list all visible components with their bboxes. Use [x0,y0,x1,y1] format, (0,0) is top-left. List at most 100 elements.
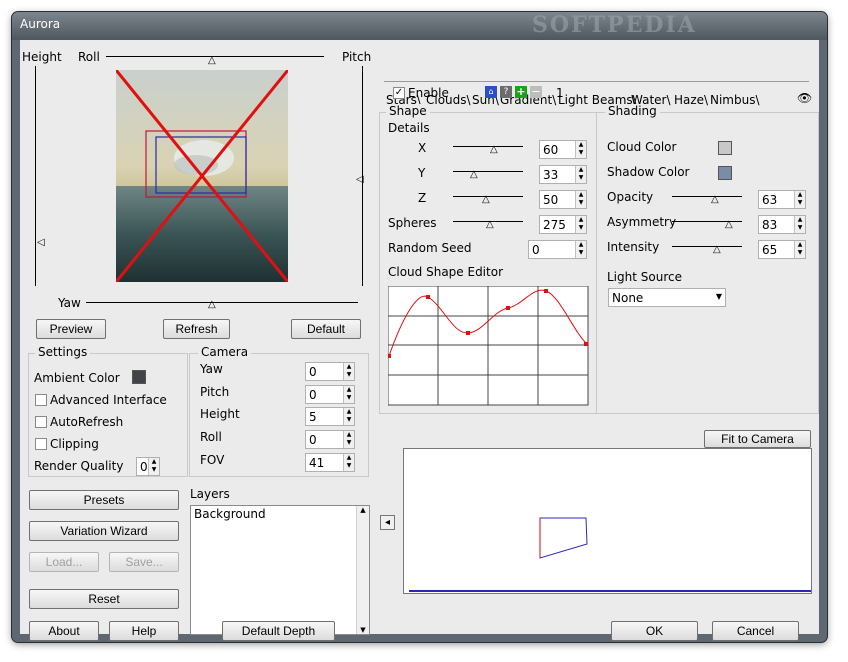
yaw-slider-track[interactable] [86,302,358,303]
shape-group: Shape Details X △ 60 ▲ ▼ Y △ 33 ▲ ▼ Z △ 50 ▲ ▼… [379,104,597,414]
spinner-arrows-icon[interactable]: ▲ ▼ [343,431,354,448]
default-depth-button[interactable]: Default Depth [222,621,335,641]
random-seed-spinner[interactable]: 0 ▲ ▼ [528,240,587,259]
cloud-preview-image[interactable] [116,70,288,282]
cloud-shape-editor[interactable] [388,286,589,406]
render-quality-spinner[interactable]: 0 ▲ ▼ [136,457,160,476]
camera-fov-spinner[interactable]: 41 ▲ ▼ [305,453,355,472]
opacity-slider-thumb[interactable]: △ [711,195,719,205]
shadow-color-swatch[interactable] [718,166,732,180]
intensity-spinner[interactable]: 65 ▲ ▼ [758,240,806,259]
about-button[interactable]: About [29,621,99,641]
cloud-color-swatch[interactable] [718,141,732,155]
layer-tab-1[interactable]: 1 [556,86,564,100]
add-icon[interactable]: + [515,86,527,98]
intensity-slider[interactable] [672,246,742,247]
layers-list[interactable]: Background ▲ ▼ [190,505,370,635]
x-slider-thumb[interactable]: △ [490,145,498,155]
spinner-arrows-icon[interactable]: ▲ ▼ [575,166,586,183]
spinner-arrows-icon[interactable]: ▲ ▼ [343,408,354,425]
pitch-slider-thumb[interactable]: ◁ [356,175,364,185]
opacity-value: 63 [762,193,778,207]
home-icon[interactable]: ⌂ [485,86,497,98]
spinner-arrows-icon[interactable]: ▲ ▼ [148,458,159,475]
shape-field-label: Y [418,166,426,180]
x-spinner[interactable]: 60 ▲ ▼ [539,140,587,159]
title-bar[interactable]: Aurora SOFTPEDIA [12,12,827,40]
random-seed-label: Random Seed [388,241,472,255]
spinner-arrows-icon[interactable]: ▲ ▼ [575,191,586,208]
autorefresh-checkbox[interactable] [35,416,47,428]
chevron-down-icon[interactable]: ▼ [716,292,722,301]
intensity-slider-thumb[interactable]: △ [713,245,721,255]
help-icon[interactable]: ? [500,86,512,98]
z-slider-thumb[interactable]: △ [482,195,490,205]
camera-height-value: 5 [309,410,317,424]
default-button[interactable]: Default [291,319,361,339]
asymmetry-slider-thumb[interactable]: △ [725,220,733,230]
intensity-value: 65 [762,243,778,257]
z-spinner[interactable]: 50 ▲ ▼ [539,190,587,209]
shading-field-label: Asymmetry [607,215,677,229]
camera-yaw-spinner[interactable]: 0 ▲ ▼ [305,362,355,381]
preview-button[interactable]: Preview [36,319,106,339]
advanced-interface-checkbox[interactable] [35,394,47,406]
spinner-arrows-icon[interactable]: ▲ ▼ [575,241,586,258]
opacity-spinner[interactable]: 63 ▲ ▼ [758,190,806,209]
spheres-slider-thumb[interactable]: △ [486,220,494,230]
cancel-button[interactable]: Cancel [712,621,799,641]
light-source-select[interactable]: None ▼ [608,288,726,307]
help-button[interactable]: Help [109,621,179,641]
shading-group: Shading Cloud Color Shadow Color Opacity… [597,104,819,414]
reset-button[interactable]: Reset [29,589,179,609]
fit-to-camera-button[interactable]: Fit to Camera [704,430,811,448]
save-button[interactable]: Save... [109,552,179,572]
spheres-value: 275 [543,218,566,232]
x-slider[interactable] [453,146,523,147]
y-slider-thumb[interactable]: △ [470,170,478,180]
light-source-value: None [612,291,644,305]
y-spinner[interactable]: 33 ▲ ▼ [539,165,587,184]
spinner-arrows-icon[interactable]: ▲ ▼ [794,241,805,258]
asymmetry-spinner[interactable]: 83 ▲ ▼ [758,215,806,234]
camera-title: Camera [198,345,252,359]
roll-slider-thumb[interactable]: △ [208,56,216,66]
load-button[interactable]: Load... [29,552,99,572]
top-view-viewport[interactable] [403,448,812,594]
layers-scrollbar[interactable]: ▲ ▼ [356,506,369,634]
presets-button[interactable]: Presets [29,490,179,510]
clipping-checkbox[interactable] [35,438,47,450]
camera-pitch-value: 0 [309,388,317,402]
y-slider[interactable] [453,171,523,172]
variation-wizard-button[interactable]: Variation Wizard [29,521,179,541]
shape-title: Shape [386,104,430,118]
tab-nimbus[interactable]: Nimbus\ [710,92,760,108]
ok-button[interactable]: OK [611,621,698,641]
refresh-button[interactable]: Refresh [163,319,230,339]
camera-roll-spinner[interactable]: 0 ▲ ▼ [305,430,355,449]
remove-icon[interactable]: − [530,86,542,98]
ambient-color-swatch[interactable] [132,370,146,384]
spinner-arrows-icon[interactable]: ▲ ▼ [794,191,805,208]
camera-height-spinner[interactable]: 5 ▲ ▼ [305,407,355,426]
eye-icon[interactable]: 👁 [797,92,813,104]
layers-label: Layers [190,487,230,501]
yaw-slider-thumb[interactable]: △ [208,300,216,310]
list-item[interactable]: Background [194,507,266,521]
arrow-left-icon[interactable]: ◂ [380,515,395,530]
spinner-arrows-icon[interactable]: ▲ ▼ [575,141,586,158]
tab-haze[interactable]: Haze\ [674,92,708,108]
spinner-arrows-icon[interactable]: ▲ ▼ [343,386,354,403]
spinner-arrows-icon[interactable]: ▲ ▼ [343,363,354,380]
height-slider-track[interactable] [35,66,36,286]
enable-checkbox[interactable]: ✓ [393,87,405,99]
spheres-spinner[interactable]: 275 ▲ ▼ [539,215,587,234]
render-quality-value: 0 [140,460,148,474]
opacity-slider[interactable] [672,196,742,197]
settings-group: Settings Ambient Color Advanced Interfac… [28,345,188,477]
height-slider-thumb[interactable]: ◁ [37,238,45,248]
spinner-arrows-icon[interactable]: ▲ ▼ [794,216,805,233]
spinner-arrows-icon[interactable]: ▲ ▼ [575,216,586,233]
camera-pitch-spinner[interactable]: 0 ▲ ▼ [305,385,355,404]
spinner-arrows-icon[interactable]: ▲ ▼ [343,454,354,471]
